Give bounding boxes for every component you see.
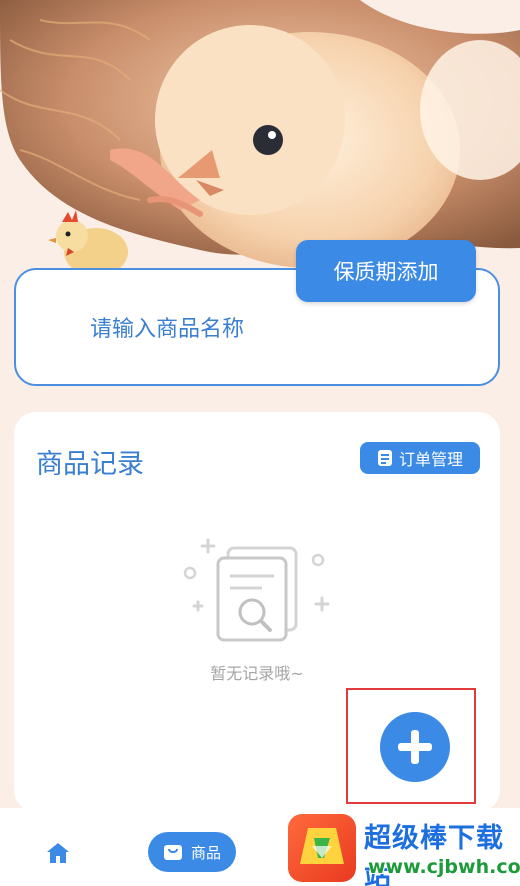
- small-chick-icon: [48, 210, 128, 276]
- add-record-button[interactable]: [380, 712, 450, 782]
- tab-goods[interactable]: 商品: [148, 832, 236, 872]
- bag-icon: [163, 845, 182, 860]
- document-search-icon: [183, 538, 330, 642]
- add-expiry-button[interactable]: 保质期添加: [296, 240, 476, 302]
- plus-icon: [398, 730, 432, 764]
- order-management-label: 订单管理: [398, 450, 463, 469]
- empty-state-text: 暂无记录哦~: [210, 664, 304, 683]
- tab-goods-label: 商品: [190, 843, 221, 862]
- product-name-input[interactable]: [90, 312, 390, 346]
- order-management-button[interactable]: 订单管理: [360, 442, 480, 474]
- home-icon: [47, 843, 69, 863]
- document-icon: [377, 449, 393, 467]
- watermark: 超级棒下载站 www.cjbwh.com: [286, 810, 520, 886]
- watermark-url: www.cjbwh.com: [368, 856, 520, 878]
- records-title: 商品记录: [36, 449, 144, 480]
- tab-home[interactable]: [46, 842, 70, 868]
- watermark-logo-icon: [288, 814, 356, 882]
